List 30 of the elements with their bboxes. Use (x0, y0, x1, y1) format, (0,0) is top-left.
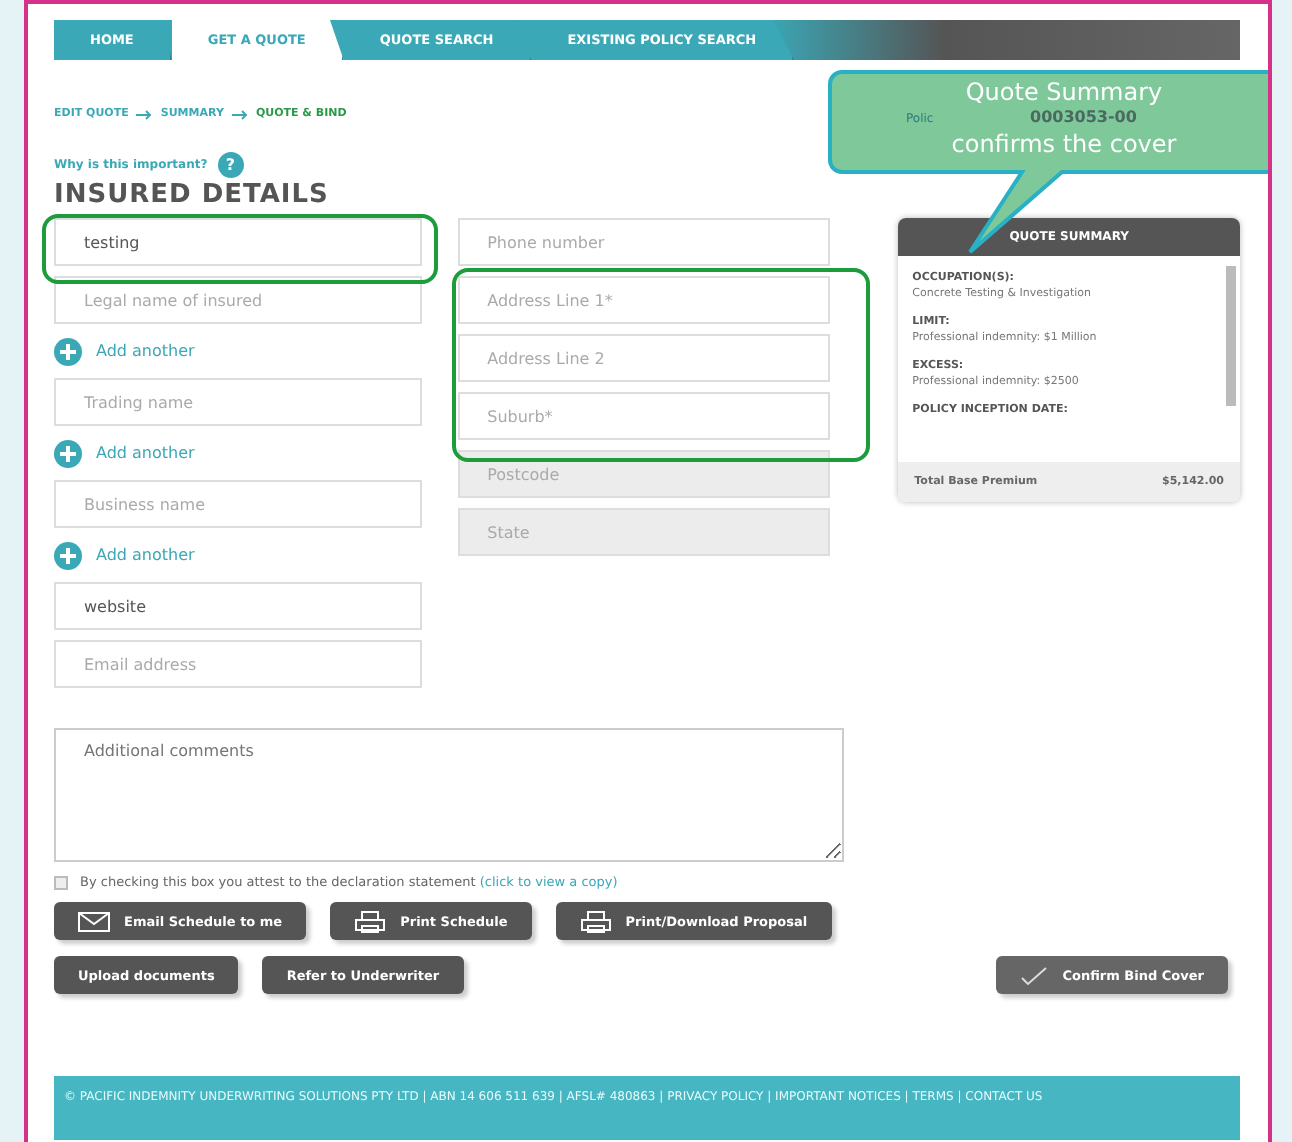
input-field[interactable]: Trading name (54, 378, 422, 426)
printer-icon (354, 909, 387, 933)
policy-number: 0003053-00 (1030, 108, 1137, 128)
input-field[interactable]: website (54, 582, 422, 630)
input-field[interactable]: Phone number (457, 218, 831, 266)
check-icon (1020, 965, 1049, 985)
help-icon[interactable]: ? (217, 152, 244, 178)
plus-icon[interactable] (54, 541, 82, 569)
input-field[interactable]: testing (54, 218, 422, 266)
input-field[interactable]: Address Line 2 (457, 334, 831, 382)
envelope-icon (78, 911, 110, 931)
input-field[interactable]: Address Line 1* (457, 276, 831, 324)
input-field[interactable]: Email address (54, 640, 422, 688)
plus-icon[interactable] (54, 439, 82, 467)
comments-field[interactable]: Additional comments (54, 728, 844, 862)
add-another-link[interactable]: Add another (96, 342, 195, 360)
add-another-link[interactable]: Add another (96, 444, 195, 462)
callout-text: Quote Summary (965, 78, 1163, 106)
input-field[interactable]: Suburb* (457, 392, 831, 440)
callout-text: confirms the cover (951, 130, 1177, 158)
printer-icon (579, 909, 612, 933)
arrow-icon (136, 109, 153, 119)
input-field[interactable]: Business name (54, 480, 422, 528)
input-field[interactable]: Legal name of insured (54, 276, 422, 324)
section-title: INSURED DETAILS (54, 180, 331, 210)
declaration-checkbox[interactable] (54, 875, 68, 889)
plus-icon[interactable] (54, 337, 82, 365)
scrollbar[interactable] (1226, 266, 1236, 406)
arrow-icon (231, 109, 248, 119)
add-another-link[interactable]: Add another (96, 546, 195, 564)
